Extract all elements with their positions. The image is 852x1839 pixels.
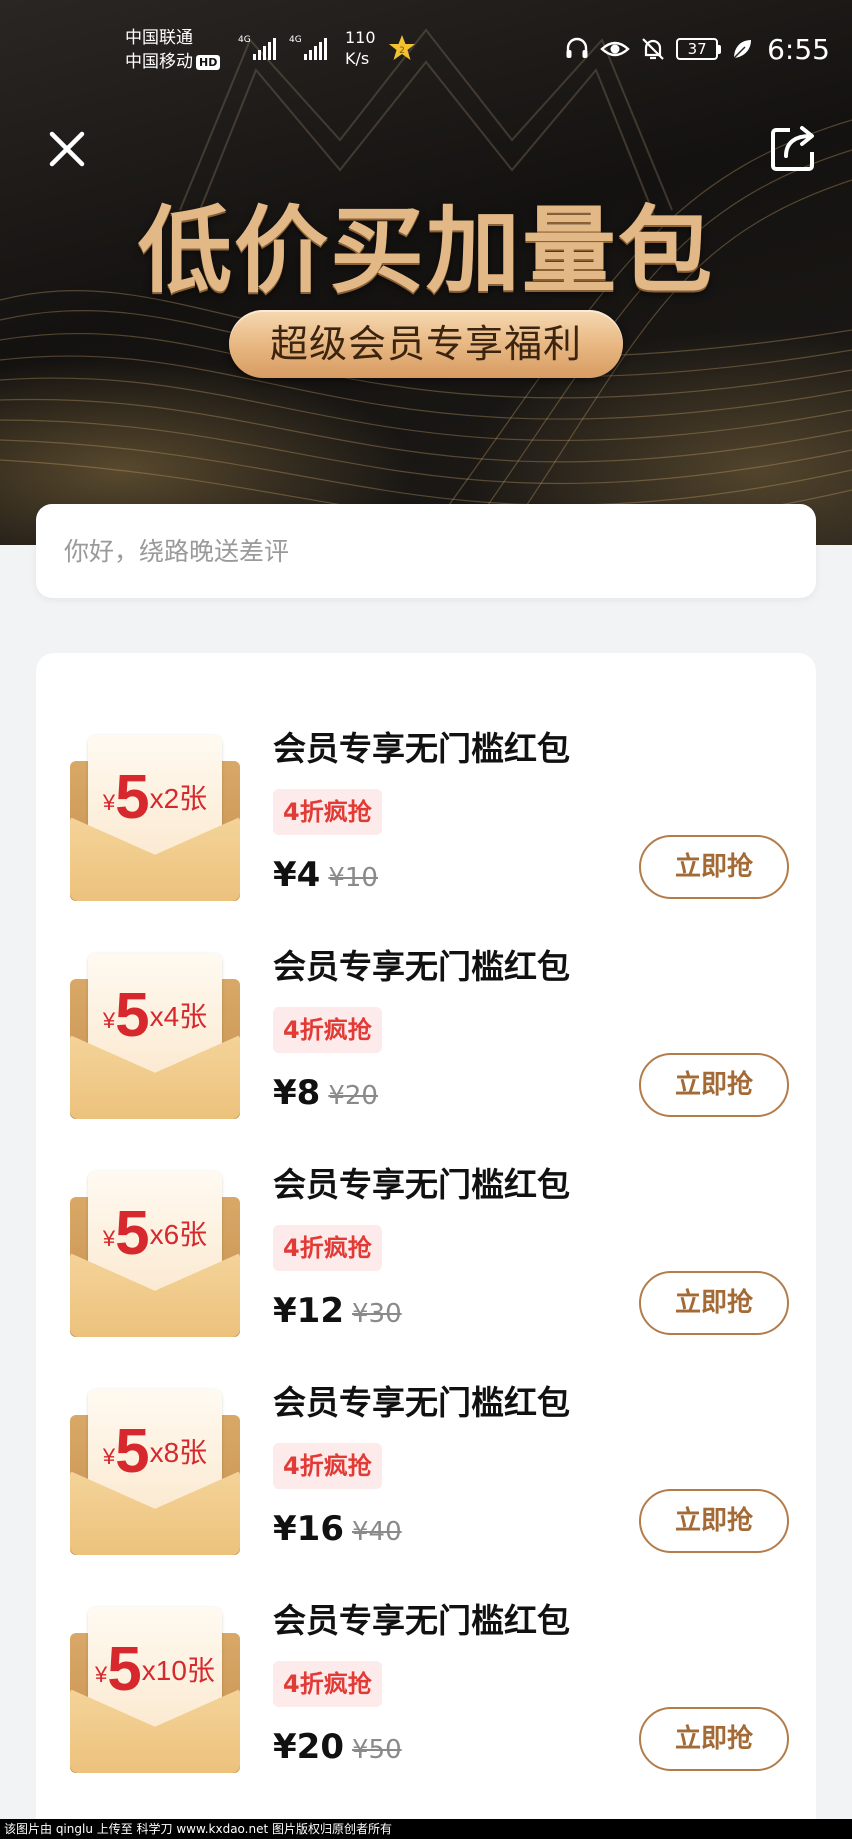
discount-tag: 4折疯抢 bbox=[273, 1225, 382, 1271]
item-price: ¥8 ¥20 bbox=[273, 1071, 378, 1121]
membership-badge: 超级会员专享福利 bbox=[229, 310, 623, 378]
star-badge-icon: 2 bbox=[389, 35, 415, 60]
price-original: ¥10 bbox=[328, 863, 378, 893]
headset-icon bbox=[566, 37, 588, 58]
discount-tag: 4折疯抢 bbox=[273, 1661, 382, 1707]
item-title: 会员专享无门槛红包 bbox=[273, 1601, 570, 1640]
watermark-footer: 该图片由 qinglu 上传至 科学刀 www.kxdao.net 图片版权归原… bbox=[0, 1819, 852, 1839]
buy-now-button[interactable]: 立即抢 bbox=[639, 1489, 789, 1553]
network-1: 4G bbox=[238, 35, 251, 45]
buy-now-button[interactable]: 立即抢 bbox=[639, 1707, 789, 1771]
hero-banner: 中国联通 中国移动 HD 4G 4G 110 K/s 2 37 6:55 低价买… bbox=[0, 0, 852, 545]
buy-now-button[interactable]: 立即抢 bbox=[639, 835, 789, 899]
search-input[interactable] bbox=[64, 504, 784, 598]
red-packet-label: ¥5x8张 bbox=[102, 1417, 208, 1486]
item-title: 会员专享无门槛红包 bbox=[273, 729, 570, 768]
list-item: ¥5x8张 会员专享无门槛红包 4折疯抢 ¥16 ¥40 立即抢 bbox=[36, 1381, 816, 1599]
network-2: 4G bbox=[289, 35, 302, 45]
leaf-icon bbox=[733, 40, 752, 59]
share-button[interactable] bbox=[766, 120, 822, 176]
price-original: ¥30 bbox=[351, 1299, 402, 1329]
status-icons: 37 6:55 bbox=[564, 32, 830, 66]
item-title: 会员专享无门槛红包 bbox=[273, 1165, 570, 1204]
price-original: ¥20 bbox=[328, 1081, 378, 1111]
carrier-info: 中国联通 中国移动 HD bbox=[125, 26, 221, 74]
red-packet-label: ¥5x10张 bbox=[95, 1635, 215, 1704]
page-title: 低价买加量包 bbox=[137, 196, 714, 306]
discount-tag: 4折疯抢 bbox=[273, 1443, 382, 1489]
battery-icon: 37 bbox=[676, 38, 722, 60]
price-current: ¥8 bbox=[273, 1073, 321, 1113]
svg-text:2: 2 bbox=[399, 46, 405, 56]
item-title: 会员专享无门槛红包 bbox=[273, 947, 570, 986]
list-item: ¥5x2张 会员专享无门槛红包 4折疯抢 ¥4 ¥10 立即抢 bbox=[36, 727, 816, 945]
hd-badge: HD bbox=[196, 54, 221, 70]
red-packet-label: ¥5x6张 bbox=[102, 1199, 208, 1268]
list-item: ¥5x6张 会员专享无门槛红包 4折疯抢 ¥12 ¥30 立即抢 bbox=[36, 1163, 816, 1381]
battery-level: 37 bbox=[676, 38, 719, 60]
red-packet-label: ¥5x4张 bbox=[102, 981, 208, 1050]
item-price: ¥4 ¥10 bbox=[273, 853, 378, 903]
item-price: ¥16 ¥40 bbox=[273, 1507, 402, 1557]
price-current: ¥16 bbox=[273, 1509, 344, 1549]
status-bar: 中国联通 中国移动 HD 4G 4G 110 K/s 2 37 6:55 bbox=[0, 0, 852, 100]
red-packet-image: ¥5x2张 bbox=[70, 735, 240, 905]
item-price: ¥20 ¥50 bbox=[273, 1725, 402, 1775]
search-bar bbox=[36, 504, 816, 598]
network-speed: 110 K/s bbox=[345, 27, 376, 69]
signal-icon-1: 4G bbox=[238, 35, 276, 60]
buy-now-button[interactable]: 立即抢 bbox=[639, 1271, 789, 1335]
speed-value: 110 bbox=[345, 28, 376, 47]
share-icon bbox=[771, 126, 814, 171]
close-icon bbox=[49, 131, 85, 167]
price-current: ¥20 bbox=[273, 1727, 344, 1767]
clock: 6:55 bbox=[767, 32, 830, 66]
close-button[interactable] bbox=[42, 124, 92, 174]
item-title: 会员专享无门槛红包 bbox=[273, 1383, 570, 1422]
red-packet-image: ¥5x6张 bbox=[70, 1171, 240, 1341]
carrier-1: 中国联通 bbox=[125, 28, 193, 48]
item-price: ¥12 ¥30 bbox=[273, 1289, 402, 1339]
speed-unit: K/s bbox=[345, 49, 370, 68]
price-current: ¥4 bbox=[273, 855, 321, 895]
price-original: ¥50 bbox=[351, 1735, 402, 1765]
red-packet-image: ¥5x4张 bbox=[70, 953, 240, 1123]
discount-tag: 4折疯抢 bbox=[273, 789, 382, 835]
eye-icon bbox=[600, 41, 630, 57]
red-packet-image: ¥5x10张 bbox=[70, 1607, 240, 1777]
discount-tag: 4折疯抢 bbox=[273, 1007, 382, 1053]
mute-bell-icon bbox=[642, 38, 664, 60]
buy-now-button[interactable]: 立即抢 bbox=[639, 1053, 789, 1117]
signal-icon-2: 4G bbox=[289, 35, 327, 60]
price-current: ¥12 bbox=[273, 1291, 344, 1331]
package-list: ¥5x2张 会员专享无门槛红包 4折疯抢 ¥4 ¥10 立即抢 ¥5x4张 会员专… bbox=[36, 653, 816, 1839]
price-original: ¥40 bbox=[351, 1517, 402, 1547]
list-item: ¥5x4张 会员专享无门槛红包 4折疯抢 ¥8 ¥20 立即抢 bbox=[36, 945, 816, 1163]
carrier-2: 中国移动 bbox=[125, 52, 193, 72]
red-packet-label: ¥5x2张 bbox=[102, 763, 208, 832]
red-packet-image: ¥5x8张 bbox=[70, 1389, 240, 1559]
list-item: ¥5x10张 会员专享无门槛红包 4折疯抢 ¥20 ¥50 立即抢 bbox=[36, 1599, 816, 1817]
